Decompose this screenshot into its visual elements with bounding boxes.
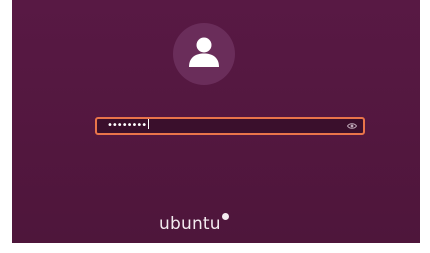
password-field[interactable]: •••••••• xyxy=(95,117,365,135)
eye-icon[interactable] xyxy=(347,122,357,130)
password-masked-text: •••••••• xyxy=(107,120,147,131)
login-screen: •••••••• ubuntu xyxy=(12,0,420,243)
ubuntu-logo: ubuntu xyxy=(159,213,229,234)
user-icon xyxy=(189,37,219,67)
brand-wordmark: ubuntu xyxy=(159,214,221,234)
password-value: •••••••• xyxy=(107,119,150,133)
text-caret xyxy=(148,119,150,129)
avatar xyxy=(173,23,235,85)
circle-of-friends-icon xyxy=(221,213,229,220)
